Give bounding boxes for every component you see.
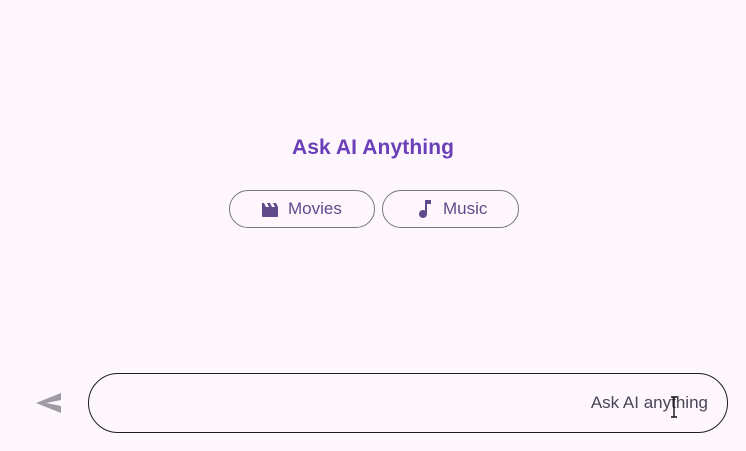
page-title: Ask AI Anything bbox=[291, 136, 455, 159]
music-chip-label: Music bbox=[443, 199, 488, 218]
ask-input-container[interactable] bbox=[88, 373, 728, 433]
movies-chip[interactable]: Movies bbox=[229, 190, 375, 228]
music-chip[interactable]: Music bbox=[382, 190, 519, 228]
movie-clapper-icon bbox=[260, 199, 280, 219]
music-note-icon bbox=[415, 199, 435, 219]
send-icon bbox=[36, 393, 61, 413]
send-button[interactable] bbox=[33, 390, 63, 416]
ask-input[interactable] bbox=[89, 374, 727, 432]
suggestion-chips: Movies Music bbox=[229, 190, 519, 228]
movies-chip-label: Movies bbox=[288, 199, 342, 218]
